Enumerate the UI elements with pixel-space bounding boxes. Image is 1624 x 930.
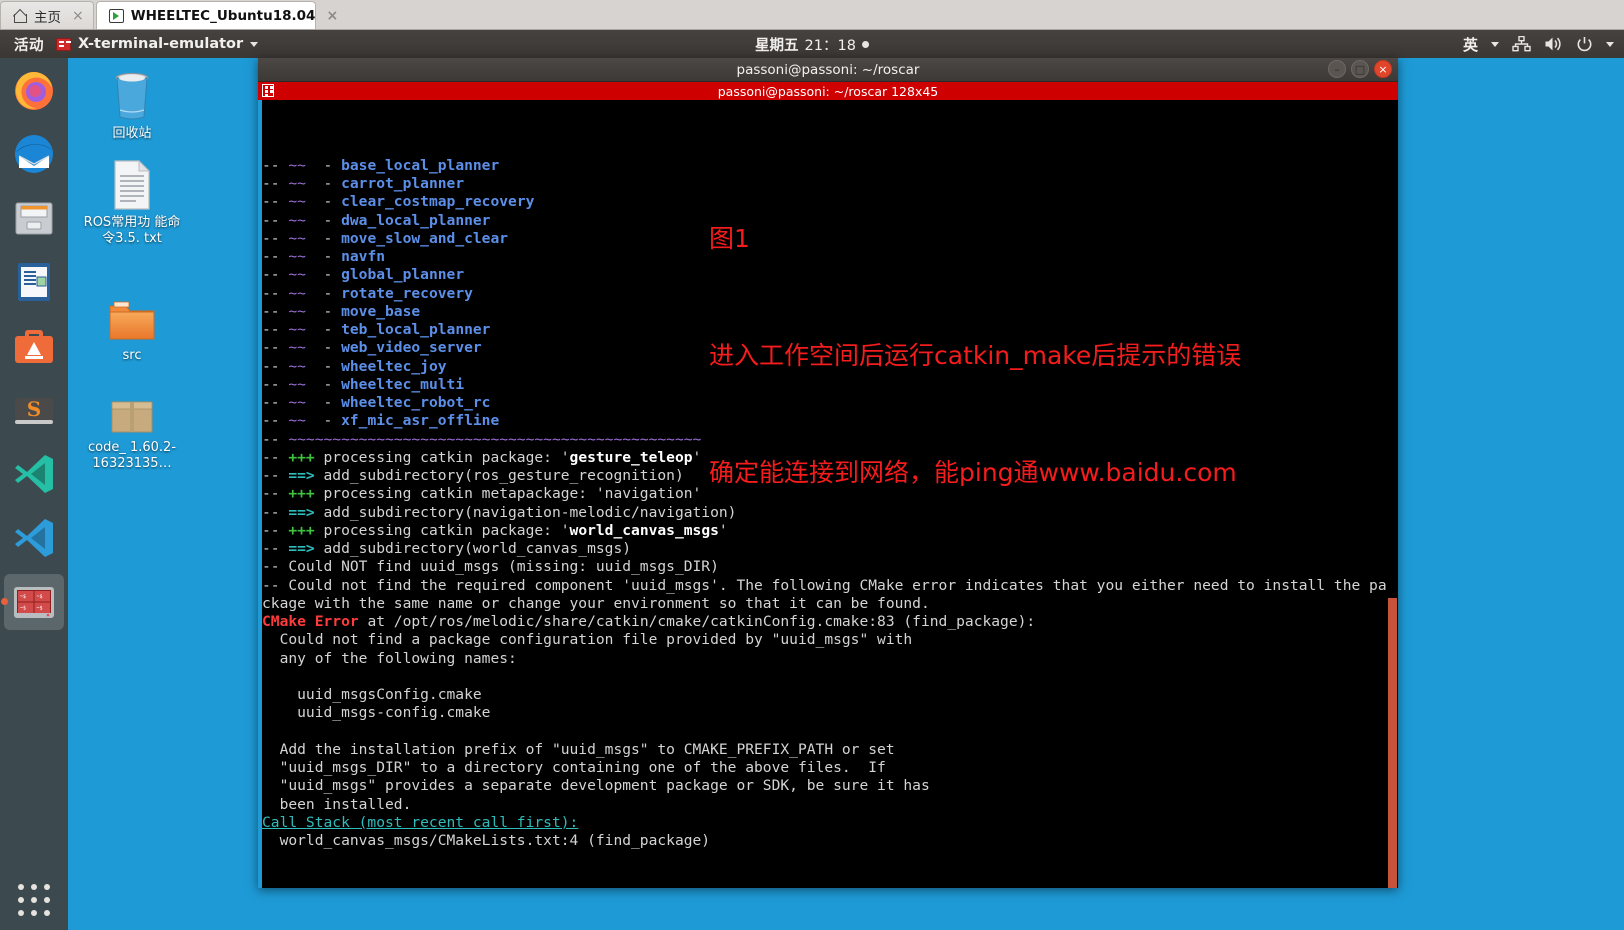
terminal-line: "uuid_msgs_DIR" to a directory containin… [262, 759, 1398, 777]
svg-text:S: S [27, 397, 41, 421]
browser-tab-home[interactable]: 主页 × [0, 1, 94, 29]
power-icon[interactable] [1576, 36, 1593, 53]
sublime-text-icon: S [10, 386, 58, 434]
thunderbird-icon [10, 130, 58, 178]
screen: 主页 × WHEELTEC_Ubuntu18.04 × 活动 X-termina… [0, 0, 1624, 930]
system-menu-chevron-down-icon[interactable] [1606, 42, 1614, 47]
dock-item-firefox[interactable] [0, 58, 68, 122]
terminal-titlebar[interactable]: passoni@passoni: ~/roscar – □ × [258, 58, 1398, 82]
volume-icon[interactable] [1544, 36, 1563, 52]
terminal-line [262, 887, 1398, 888]
browser-tab-home-label: 主页 [34, 6, 61, 26]
desktop-icon-trash-label: 回收站 [78, 126, 186, 142]
folder-icon [78, 288, 186, 344]
terminal-line [262, 850, 1398, 868]
clock-time: 21：18 [805, 34, 856, 55]
firefox-icon [10, 66, 58, 114]
chevron-down-icon [250, 42, 258, 47]
text-file-icon [78, 155, 186, 211]
terminal-line [262, 869, 1398, 887]
vm-icon [109, 9, 124, 23]
trash-icon [78, 66, 186, 122]
libreoffice-writer-icon [10, 258, 58, 306]
notification-dot-icon [862, 41, 869, 48]
home-icon [13, 9, 27, 23]
vscode-icon [10, 514, 58, 562]
svg-text:~$: ~$ [20, 606, 26, 612]
browser-tab-home-close-icon[interactable]: × [72, 8, 84, 24]
terminal-line: Add the installation prefix of "uuid_msg… [262, 741, 1398, 759]
desktop-icon-textfile-label: ROS常用功 能命令3.5. txt [78, 215, 186, 247]
terminal-line: any of the following names: [262, 650, 1398, 668]
terminal-line: uuid_msgs-config.cmake [262, 704, 1398, 722]
files-icon [10, 194, 58, 242]
browser-tab-vm-close-icon[interactable]: × [326, 8, 338, 24]
terminal-scrollbar-thumb[interactable] [1388, 598, 1397, 888]
top-panel-status-area: 英 [1463, 34, 1614, 55]
terminal-window-title: passoni@passoni: ~/roscar [737, 62, 920, 78]
terminal-line: ckage with the same name or change your … [262, 595, 1398, 613]
desktop-icon-textfile[interactable]: ROS常用功 能命令3.5. txt [78, 155, 186, 247]
dock-item-terminal[interactable]: ~$ ~$ ~$ ~$ [0, 570, 68, 634]
window-controls: – □ × [1328, 60, 1392, 78]
terminal-tabbar[interactable]: passoni@passoni: ~/roscar 128x45 [258, 82, 1398, 100]
dock-item-files[interactable] [0, 186, 68, 250]
browser-tab-vm-label: WHEELTEC_Ubuntu18.04 [131, 8, 316, 24]
terminal-line: "uuid_msgs" provides a separate developm… [262, 777, 1398, 795]
annotation-line-3: 确定能连接到网络，能ping通www.baidu.com [709, 453, 1241, 492]
maximize-button[interactable]: □ [1351, 60, 1369, 78]
terminal-line: Call Stack (most recent call first): [262, 814, 1398, 832]
desktop-icon-src-label: src [78, 348, 186, 364]
annotation-line-2: 进入工作空间后运行catkin_make后提示的错误 [709, 336, 1241, 375]
desktop-icon-trash[interactable]: 回收站 [78, 66, 186, 142]
ubuntu-top-panel: 活动 X-terminal-emulator 星期五 21：18 英 [0, 30, 1624, 58]
terminal-line: world_canvas_msgs/CMakeLists.txt:4 (find… [262, 832, 1398, 850]
minimize-button[interactable]: – [1328, 60, 1346, 78]
clock-button[interactable]: 星期五 21：18 [755, 34, 869, 55]
launcher-dock: S ~$ ~$ [0, 58, 68, 930]
terminal-scrollbar[interactable] [1386, 100, 1398, 888]
show-applications-button[interactable] [18, 884, 50, 916]
svg-text:~$: ~$ [37, 606, 43, 612]
terminal-line: been installed. [262, 796, 1398, 814]
annotation-line-1: 图1 [709, 219, 1241, 258]
terminal-left-stripe [258, 100, 262, 888]
vscode-insiders-icon [10, 450, 58, 498]
desktop-icon-src-folder[interactable]: src [78, 288, 186, 364]
input-method-indicator[interactable]: 英 [1463, 34, 1478, 55]
dock-item-vscode-insiders[interactable] [0, 442, 68, 506]
dock-item-ubuntu-software[interactable] [0, 314, 68, 378]
svg-text:~$: ~$ [20, 594, 26, 600]
network-icon[interactable] [1512, 36, 1531, 52]
app-menu-button[interactable]: X-terminal-emulator [56, 36, 258, 52]
terminal-line: Could not find a package configuration f… [262, 631, 1398, 649]
desktop-icon-archive[interactable]: code_ 1.60.2- 16323135… [78, 380, 186, 472]
activities-button[interactable]: 活动 [0, 34, 56, 55]
dock-item-vscode[interactable] [0, 506, 68, 570]
ime-chevron-down-icon[interactable] [1491, 42, 1499, 47]
dock-item-thunderbird[interactable] [0, 122, 68, 186]
terminal-line [262, 723, 1398, 741]
ubuntu-software-icon [10, 322, 58, 370]
archive-icon [78, 380, 186, 436]
dock-item-libreoffice-writer[interactable] [0, 250, 68, 314]
svg-text:~$: ~$ [37, 594, 43, 600]
terminal-line: uuid_msgsConfig.cmake [262, 686, 1398, 704]
terminal-icon: ~$ ~$ ~$ ~$ [10, 578, 58, 626]
terminal-app-icon [56, 38, 71, 51]
browser-tabstrip: 主页 × WHEELTEC_Ubuntu18.04 × [0, 0, 1624, 30]
terminal-tab-icon [262, 84, 274, 97]
dock-item-sublime-text[interactable]: S [0, 378, 68, 442]
desktop-icon-archive-label: code_ 1.60.2- 16323135… [78, 440, 186, 472]
terminal-line: CMake Error at /opt/ros/melodic/share/ca… [262, 613, 1398, 631]
terminal-tab-title: passoni@passoni: ~/roscar 128x45 [718, 84, 939, 99]
clock-weekday: 星期五 [755, 34, 799, 55]
browser-tab-vm[interactable]: WHEELTEC_Ubuntu18.04 × [96, 1, 316, 29]
terminal-line: -- Could not find the required component… [262, 577, 1398, 595]
app-menu-label: X-terminal-emulator [78, 36, 243, 52]
terminal-line [262, 668, 1398, 686]
close-button[interactable]: × [1374, 60, 1392, 78]
annotation-overlay: 图1 进入工作空间后运行catkin_make后提示的错误 确定能连接到网络，能… [709, 141, 1241, 570]
